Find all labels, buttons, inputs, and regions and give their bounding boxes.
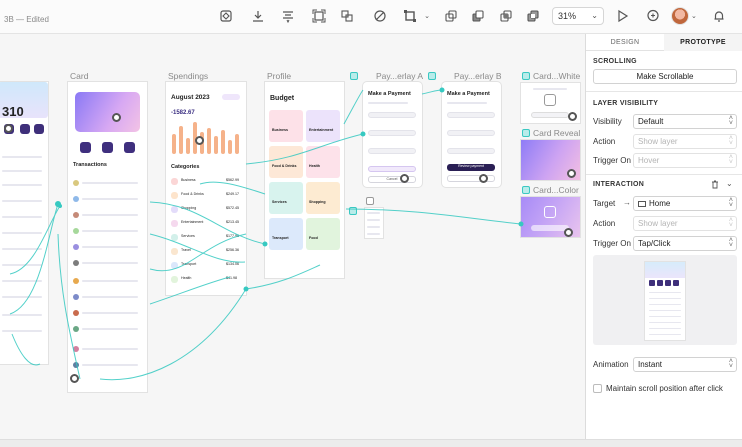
preview-line [649, 304, 681, 305]
target-select[interactable]: Home ˄ ˅ [633, 196, 737, 211]
preview-line [649, 310, 681, 311]
interaction-action-select[interactable]: Show layer ˄ ˅ [633, 216, 737, 231]
maintain-scroll-checkbox[interactable] [593, 384, 602, 393]
union-icon[interactable] [443, 8, 459, 24]
comment-icon[interactable] [645, 8, 661, 24]
resize-icon[interactable] [402, 8, 418, 24]
difference-icon[interactable] [525, 8, 541, 24]
visibility-action-value: Show layer [638, 137, 678, 146]
zoom-value: 31% [558, 11, 577, 21]
chevron-down-icon[interactable]: ⌄ [419, 8, 435, 24]
artboard-icon [638, 200, 646, 207]
updown-chevron-icon: ˄ ˅ [728, 154, 733, 166]
document-title: 3B — Edited [4, 15, 49, 24]
chevron-down-icon[interactable]: ⌄ [691, 12, 697, 20]
animation-label: Animation [593, 360, 629, 369]
preview-frame [645, 262, 685, 340]
hotspot[interactable] [400, 174, 409, 183]
align-icon[interactable] [280, 8, 296, 24]
visibility-trigger-select[interactable]: Hover ˄ ˅ [633, 153, 737, 168]
hotspot[interactable] [567, 169, 576, 178]
visibility-select[interactable]: Default ˄ ˅ [633, 114, 737, 129]
visibility-label: Visibility [593, 117, 622, 126]
arrow-right-icon: → [623, 198, 631, 207]
bottom-bar [0, 439, 742, 447]
visibility-value: Default [638, 117, 664, 126]
target-preview [593, 255, 737, 345]
animation-select[interactable]: Instant ˄ ˅ [633, 357, 737, 372]
maintain-scroll-label: Maintain scroll position after click [606, 384, 723, 393]
canvas[interactable]: 310 Card Transactions Spendings August 2… [0, 34, 585, 439]
trigger-label: Trigger On [593, 239, 631, 248]
symbol-icon[interactable] [218, 8, 234, 24]
hotspot[interactable] [4, 124, 13, 133]
divider [586, 174, 742, 175]
interaction-action-value: Show layer [638, 219, 678, 228]
visibility-action-select[interactable]: Show layer ˄ ˅ [633, 134, 737, 149]
toolbar: 3B — Edited ⌄ 31% ⌄ ⌄ [0, 0, 742, 34]
action-label: Action [593, 137, 616, 146]
group-icon[interactable] [339, 8, 355, 24]
trigger-label: Trigger On [593, 156, 631, 165]
mask-icon[interactable] [372, 8, 388, 24]
preview-tile [649, 280, 655, 286]
animation-value: Instant [638, 360, 663, 369]
preview-header [645, 262, 685, 278]
visibility-trigger-value: Hover [638, 156, 660, 165]
trash-icon[interactable] [710, 179, 720, 189]
hotspot[interactable] [195, 136, 204, 145]
hotspot[interactable] [479, 174, 488, 183]
updown-chevron-icon: ˄ ˅ [728, 115, 733, 127]
preview-line [649, 322, 681, 323]
interaction-trigger-value: Tap/Click [638, 239, 671, 248]
preview-line [649, 334, 681, 335]
inspector-tabs: DESIGN PROTOTYPE [586, 34, 742, 51]
target-label: Target [593, 199, 616, 208]
action-label: Action [593, 219, 616, 228]
preview-tile [657, 280, 663, 286]
preview-line [649, 298, 681, 299]
bell-icon[interactable] [711, 8, 727, 24]
intersect-icon[interactable] [498, 8, 514, 24]
avatar[interactable] [671, 7, 689, 25]
hotspot[interactable] [568, 112, 577, 121]
subtract-icon[interactable] [470, 8, 486, 24]
preview-line [649, 328, 681, 329]
hotspot[interactable] [564, 228, 573, 237]
updown-chevron-icon: ˄ ˅ [728, 217, 733, 229]
insert-icon[interactable] [250, 8, 266, 24]
tab-design[interactable]: DESIGN [586, 34, 664, 51]
updown-chevron-icon: ˄ ˅ [728, 197, 733, 209]
frame-icon[interactable] [311, 8, 327, 24]
inspector-panel: DESIGN PROTOTYPE SCROLLING Make Scrollab… [585, 34, 742, 439]
target-value: Home [649, 199, 671, 208]
prototype-links [9, 87, 524, 381]
preview-tile [665, 280, 671, 286]
preview-line [649, 292, 681, 293]
chevron-down-icon: ⌄ [591, 11, 598, 20]
preview-line [649, 316, 681, 317]
hotspot[interactable] [112, 113, 121, 122]
updown-chevron-icon: ˄ ˅ [728, 358, 733, 370]
interaction-trigger-select[interactable]: Tap/Click ˄ ˅ [633, 236, 737, 251]
updown-chevron-icon: ˄ ˅ [728, 135, 733, 147]
scrolling-title: SCROLLING [593, 58, 637, 65]
interaction-title: INTERACTION [593, 181, 645, 188]
preview-tile [673, 280, 679, 286]
hotspot[interactable] [70, 374, 79, 383]
layer-visibility-title: LAYER VISIBILITY [593, 100, 659, 107]
updown-chevron-icon: ˄ ˅ [728, 237, 733, 249]
play-icon[interactable] [614, 8, 630, 24]
divider [586, 91, 742, 92]
tab-prototype[interactable]: PROTOTYPE [664, 34, 742, 51]
chevron-down-icon[interactable]: ⌄ [726, 179, 733, 188]
zoom-select[interactable]: 31% ⌄ [552, 7, 604, 25]
make-scrollable-button[interactable]: Make Scrollable [593, 69, 737, 84]
